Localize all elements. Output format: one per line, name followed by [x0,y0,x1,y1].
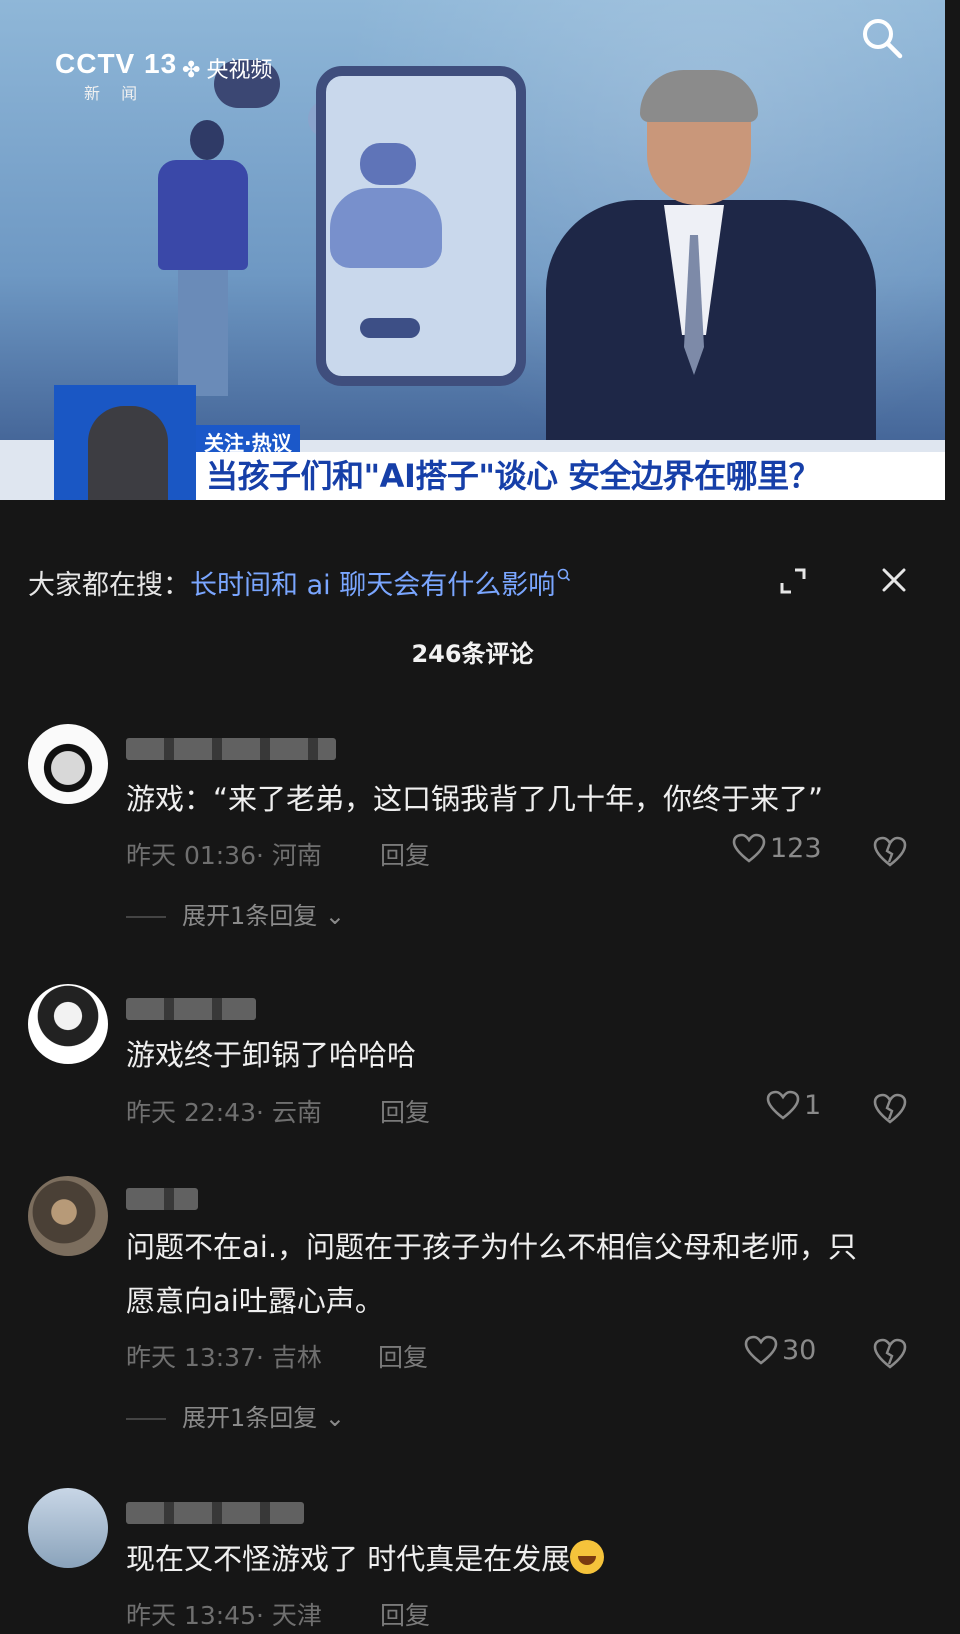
comment-meta: 昨天 22:43· 云南 [126,1098,322,1127]
channel-subtitle: 新 闻 [84,84,146,103]
reply-button[interactable]: 回复 [378,1338,428,1374]
trending-search[interactable]: 大家都在搜：长时间和 ai 聊天会有什么影响 [28,563,571,602]
broken-heart-icon[interactable] [872,1091,908,1127]
comment-text: 游戏终于卸锅了哈哈哈 [126,1038,417,1072]
broken-heart-icon[interactable] [872,834,908,870]
app-logo: 央视频 [182,52,272,84]
avatar[interactable] [28,1488,108,1568]
like-count: 123 [770,833,822,864]
robot-button-graphic [360,318,420,338]
expand-replies-label: 展开1条回复 [182,902,318,930]
video-player[interactable]: CCTV 13 新 闻 央视频 关注·热议 当孩子们和"AI搭子"谈心 安全边界… [0,0,945,500]
expand-replies-label: 展开1条回复 [182,1404,318,1432]
comment-text: 现在又不怪游戏了 时代真是在发展 [126,1532,916,1586]
laughing-emoji-icon [570,1540,605,1574]
chevron-down-icon: ⌄ [324,902,346,930]
like-button[interactable]: 30 [744,1335,816,1366]
username-blurred[interactable] [126,1188,198,1210]
person-graphic [190,120,224,160]
reply-button[interactable]: 回复 [380,836,430,872]
like-count: 1 [804,1090,822,1121]
comment-meta: 昨天 01:36· 河南 [126,841,322,870]
reply-button[interactable]: 回复 [380,1596,430,1632]
comment-meta: 昨天 13:37· 吉林 [126,1343,322,1372]
reply-button[interactable]: 回复 [380,1093,430,1129]
like-button[interactable]: 123 [732,833,822,864]
close-icon[interactable] [878,564,910,596]
search-icon [557,568,571,582]
username-blurred[interactable] [126,738,336,760]
chevron-down-icon: ⌄ [324,1404,346,1432]
like-button[interactable]: 1 [766,1090,821,1121]
trending-search-label: 大家都在搜： [28,570,190,601]
heart-icon [732,833,766,863]
heart-icon [766,1090,800,1120]
trending-search-query[interactable]: 长时间和 ai 聊天会有什么影响 [190,570,555,601]
expand-replies[interactable]: 展开1条回复 ⌄ [126,896,345,931]
comment-meta: 昨天 13:45· 天津 [126,1601,322,1630]
username-blurred[interactable] [126,1502,304,1524]
news-anchor-hair [640,70,758,122]
robot-body-graphic [330,188,442,268]
comment-text: 问题不在ai.，问题在于孩子为什么不相信父母和老师，只愿意向ai吐露心声。 [126,1230,858,1318]
channel-logo: CCTV 13 [55,48,178,79]
sign-language-interpreter [88,406,168,500]
divider [126,916,166,918]
expand-replies[interactable]: 展开1条回复 ⌄ [126,1398,345,1433]
avatar[interactable] [28,1176,108,1256]
comment-count: 246条评论 [411,640,534,668]
divider [126,1418,166,1420]
like-count: 30 [782,1335,817,1366]
search-icon[interactable] [860,16,904,60]
person-graphic [178,268,228,396]
heart-icon [744,1335,778,1365]
comment-text-content: 现在又不怪游戏了 时代真是在发展 [126,1542,571,1576]
avatar[interactable] [28,724,108,804]
broken-heart-icon[interactable] [872,1336,908,1372]
comment-text: 游戏：“来了老弟，这口锅我背了几十年，你终于来了” [126,782,824,816]
expand-icon[interactable] [778,566,808,596]
news-headline: 当孩子们和"AI搭子"谈心 安全边界在哪里？ [196,452,945,500]
avatar[interactable] [28,984,108,1064]
username-blurred[interactable] [126,998,256,1020]
person-graphic [158,160,248,270]
robot-head-graphic [360,143,416,185]
